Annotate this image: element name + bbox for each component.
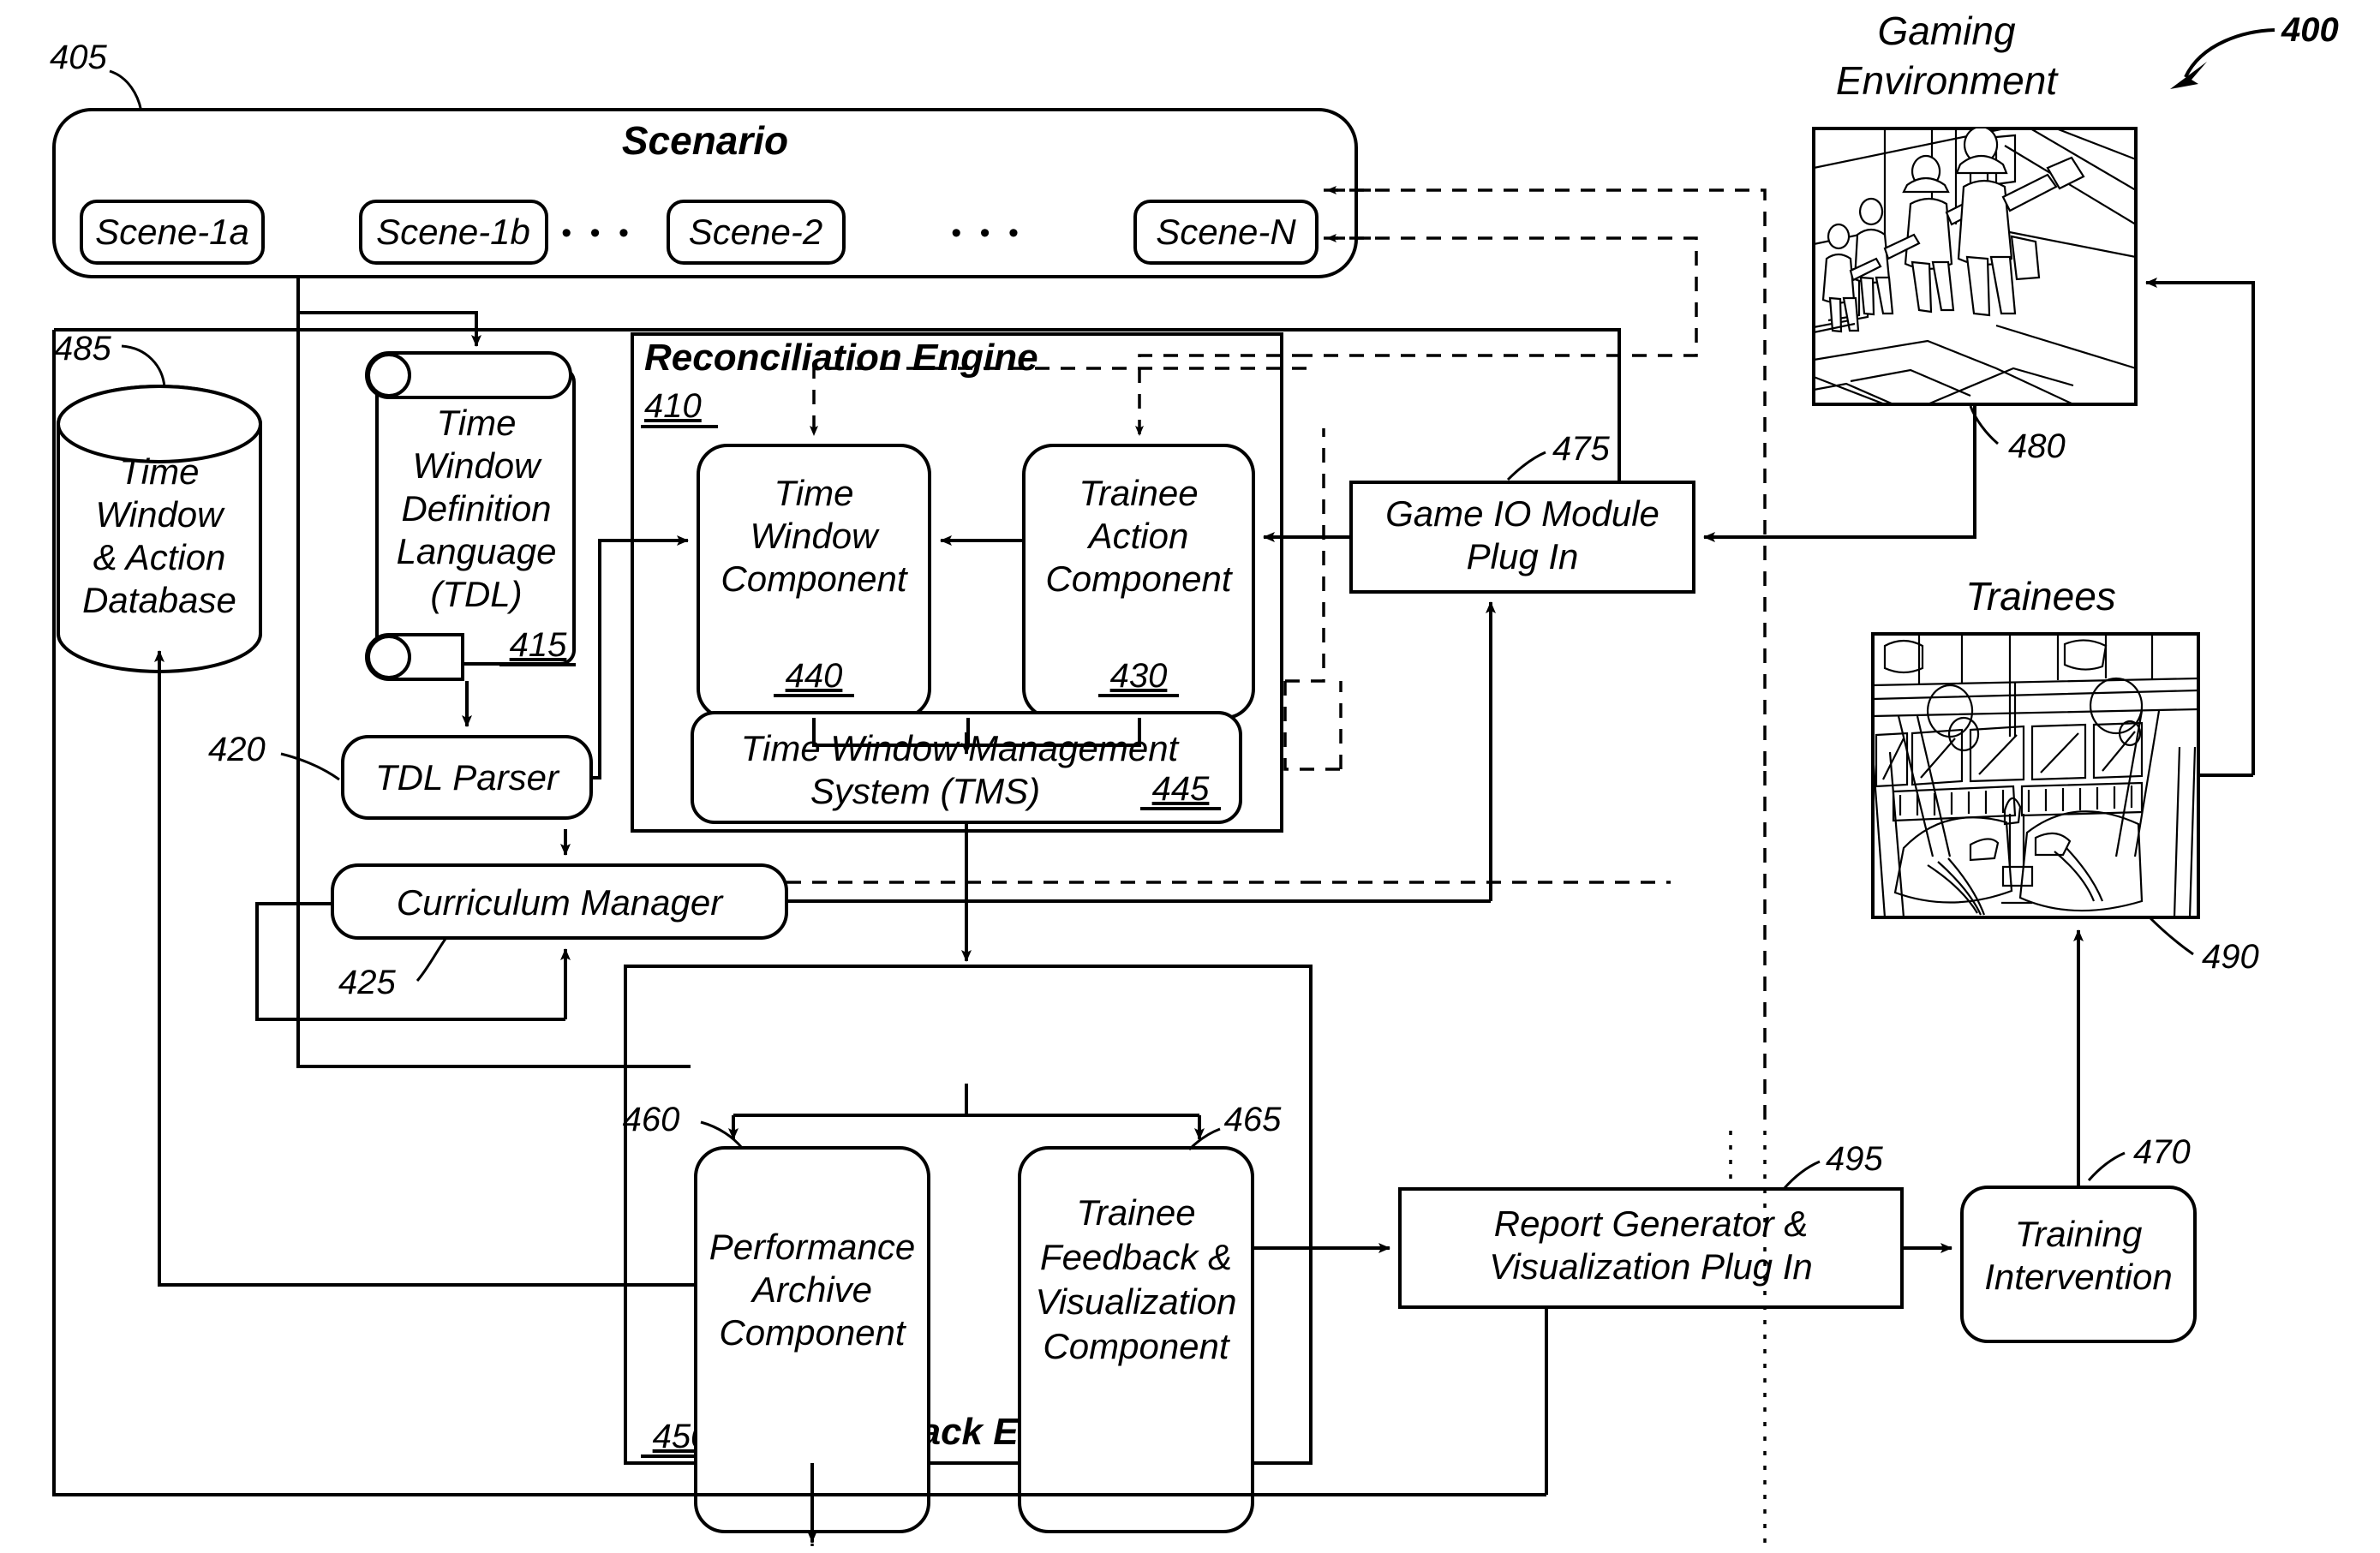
trainee-action-component-label-0: Trainee <box>1079 473 1198 513</box>
training-intervention-label-1: Intervention <box>1984 1257 2172 1297</box>
scene-label-2: Scene-2 <box>689 212 822 252</box>
patent-figure-400: 400 405 Scenario Scene-1a Scene-1b • • •… <box>0 0 2380 1553</box>
scenario-title: Scenario <box>622 118 788 163</box>
time-window-component-label-0: Time <box>774 473 854 513</box>
time-window-component-label-2: Component <box>721 558 908 599</box>
database-label-3: Database <box>82 580 236 620</box>
trainee-action-component-ref: 430 <box>1110 657 1168 695</box>
tms-label-1: System (TMS) <box>810 771 1040 811</box>
game-io-label-0: Game IO Module <box>1385 493 1659 534</box>
database-label-1: Window <box>95 494 225 535</box>
performance-archive-label-1: Archive <box>750 1269 872 1310</box>
figure-ref-400-leader <box>2170 28 2275 89</box>
report-generator-label-0: Report Generator & <box>1494 1204 1809 1244</box>
training-intervention-ref-leader <box>2087 1151 2126 1181</box>
performance-archive-label-2: Component <box>719 1312 906 1353</box>
trainees-ref-leader <box>2147 915 2194 956</box>
conn-db-bottom-rail <box>158 1268 696 1287</box>
tdl-label-4: (TDL) <box>430 574 522 614</box>
gaming-environment-caption-1: Environment <box>1836 58 2059 103</box>
trainee-feedback-label-1: Feedback & <box>1040 1237 1232 1277</box>
tdl-parser-label: TDL Parser <box>375 757 560 797</box>
trainees-caption: Trainees <box>1965 574 2116 618</box>
reconciliation-engine-title: Reconciliation Engine <box>644 337 1038 379</box>
trainee-feedback-ref: 465 <box>1224 1101 1282 1138</box>
scenario-ref: 405 <box>50 39 107 76</box>
trainee-feedback-label-3: Component <box>1043 1326 1230 1366</box>
trainee-feedback-label-0: Trainee <box>1076 1192 1195 1233</box>
tdl-parser-ref-leader <box>280 752 340 781</box>
training-intervention-label-0: Training <box>2015 1214 2143 1254</box>
reconciliation-engine-ref: 410 <box>644 387 702 425</box>
gaming-environment-caption-0: Gaming <box>1877 9 2015 53</box>
tdl-label-3: Language <box>397 531 557 571</box>
conn-scenario-to-tdl <box>296 277 481 347</box>
scene-ellipsis-2: • • • <box>951 217 1024 249</box>
trainee-action-component-label-1: Action <box>1086 516 1189 556</box>
tdl-label-1: Window <box>412 445 542 486</box>
tdl-parser-ref: 420 <box>208 731 266 768</box>
scene-label-1a: Scene-1a <box>95 212 249 252</box>
figure-ref-400: 400 <box>2281 11 2339 49</box>
database-label-0: Time <box>120 451 200 492</box>
curriculum-manager-label: Curriculum Manager <box>397 882 724 923</box>
curriculum-manager-ref: 425 <box>338 964 396 1001</box>
time-window-component-ref: 440 <box>786 657 843 695</box>
tms-label-0: Time Window Management <box>741 728 1181 768</box>
scene-label-n: Scene-N <box>1156 212 1296 252</box>
database-label-2: & Action <box>93 537 226 577</box>
scene-label-1b: Scene-1b <box>376 212 530 252</box>
trainee-feedback-label-2: Visualization <box>1035 1281 1236 1322</box>
tdl-label-0: Time <box>437 403 517 443</box>
game-io-ref: 475 <box>1552 430 1610 468</box>
time-window-component-label-1: Window <box>750 516 880 556</box>
tdl-label-2: Definition <box>401 488 551 529</box>
trainee-action-component-label-2: Component <box>1045 558 1233 599</box>
scenario-ref-leader <box>109 69 143 113</box>
performance-archive-ref: 460 <box>623 1101 680 1138</box>
curriculum-manager-ref-leader <box>416 938 447 982</box>
conn-dashed-tms-loop <box>1283 681 1341 771</box>
tms-ref: 445 <box>1152 770 1210 808</box>
report-generator-ref: 495 <box>1826 1140 1883 1178</box>
performance-archive-label-0: Performance <box>709 1227 915 1267</box>
trainees-ref: 490 <box>2202 938 2259 976</box>
conn-dashed-lower-left <box>1285 428 1325 683</box>
game-io-label-1: Plug In <box>1467 536 1579 576</box>
conn-dashed-scene-n-2 <box>1307 236 1698 357</box>
conn-gaming-to-gameio <box>1703 404 1976 542</box>
tdl-ref: 415 <box>510 626 567 664</box>
database-ref: 485 <box>54 330 111 367</box>
report-generator-ref-leader <box>1782 1160 1821 1190</box>
training-intervention-ref: 470 <box>2133 1133 2191 1171</box>
game-io-ref-leader <box>1506 451 1546 481</box>
gaming-environment-ref: 480 <box>2008 427 2066 465</box>
scene-ellipsis-1: • • • <box>561 217 634 249</box>
database-ref-leader <box>121 344 166 388</box>
